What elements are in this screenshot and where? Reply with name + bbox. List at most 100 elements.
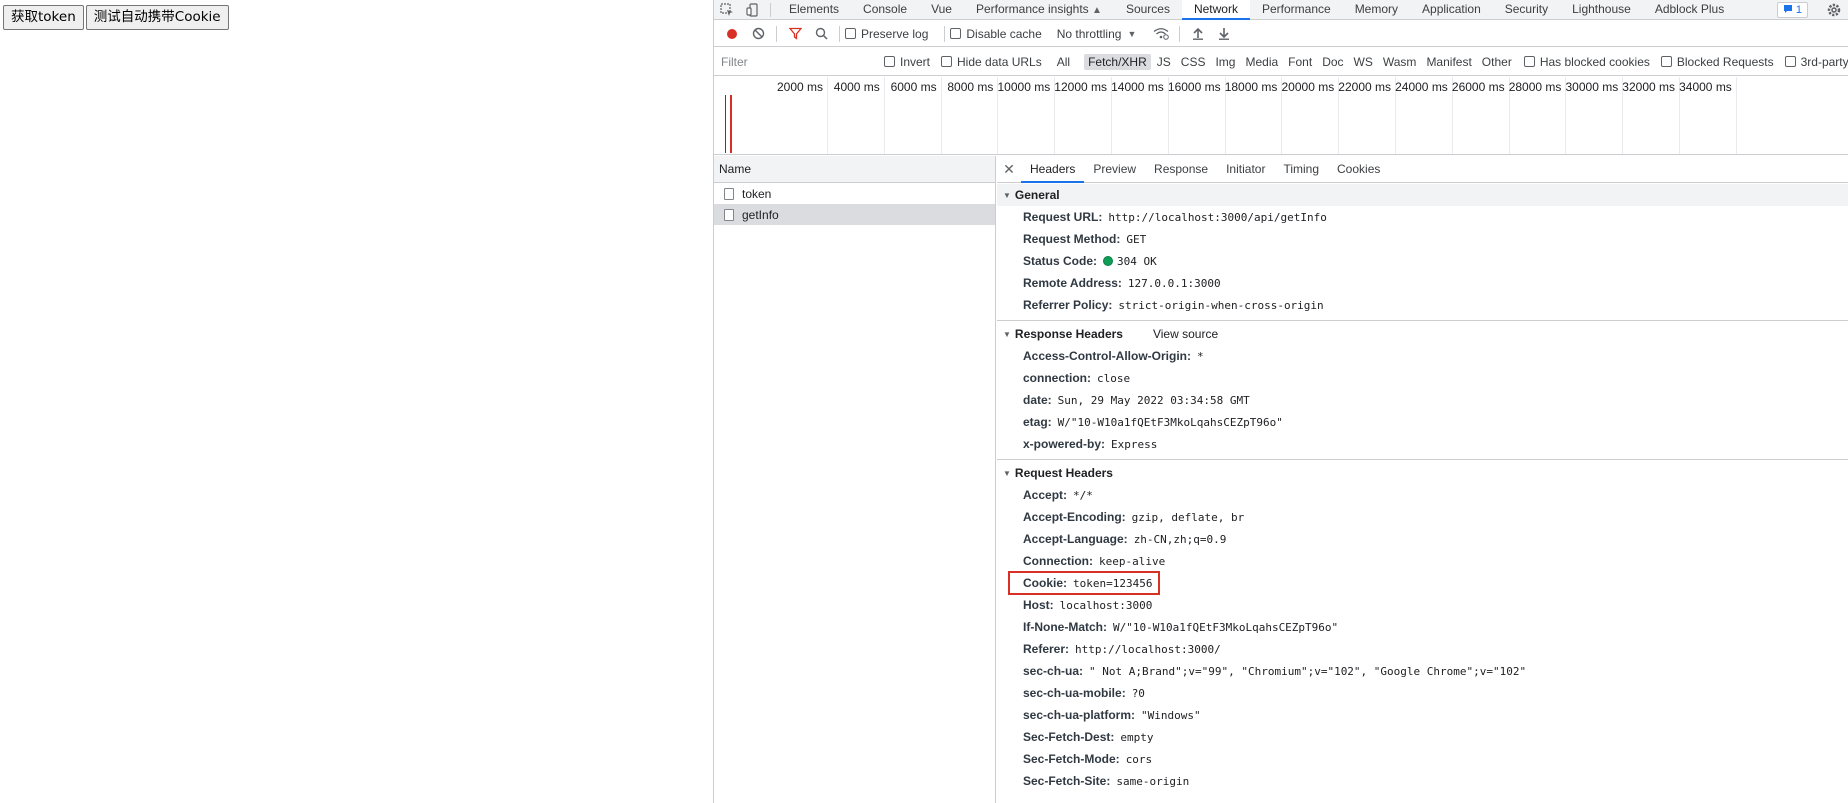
blocked-requests-checkbox[interactable]: Blocked Requests (1660, 55, 1774, 69)
tab-response[interactable]: Response (1145, 156, 1217, 183)
tab-timing[interactable]: Timing (1274, 156, 1328, 183)
request-headers-section-header[interactable]: ▼ Request Headers (997, 462, 1848, 484)
file-icon (724, 208, 734, 221)
timeline-tick-label: 28000 ms (1508, 80, 1562, 94)
filter-input[interactable] (719, 51, 876, 72)
checkbox-box[interactable] (1523, 56, 1535, 67)
header-row-etag: etag: W/"10-W10a1fQEtF3MkoLqahsCEZpT96o" (997, 411, 1848, 433)
import-har-icon[interactable] (1185, 22, 1211, 46)
header-value: 127.0.0.1:3000 (1127, 276, 1221, 290)
header-row-status-code: Status Code: 304 OK (997, 250, 1848, 272)
header-value: Express (1111, 437, 1158, 451)
checkbox-box[interactable] (845, 28, 856, 39)
type-filter-js[interactable]: JS (1153, 54, 1175, 70)
timeline-tick-label: 14000 ms (1111, 80, 1164, 94)
type-filter-all[interactable]: All (1053, 54, 1074, 70)
response-headers-section-header[interactable]: ▼ Response Headers View source (997, 323, 1848, 345)
request-row-token[interactable]: token (714, 183, 995, 204)
clear-icon[interactable] (745, 22, 771, 46)
header-row-host: Host: localhost:3000 (997, 594, 1848, 616)
checkbox-box[interactable] (941, 56, 953, 67)
tab-adblock-plus[interactable]: Adblock Plus (1643, 0, 1736, 20)
record-icon[interactable] (719, 22, 745, 46)
hide-data-urls-checkbox[interactable]: Hide data URLs (941, 55, 1042, 69)
tab-network[interactable]: Network (1181, 0, 1250, 20)
header-row-if-none-match: If-None-Match: W/"10-W10a1fQEtF3MkoLqahsC… (997, 616, 1848, 638)
tab-initiator[interactable]: Initiator (1217, 156, 1274, 183)
header-value: GET (1126, 232, 1147, 246)
cookie-highlight-box (1008, 571, 1160, 595)
toolbar-divider (944, 25, 946, 42)
throttling-select[interactable]: No throttling (1057, 27, 1122, 41)
tab-performance[interactable]: Performance (1250, 0, 1343, 20)
type-filter-css[interactable]: CSS (1177, 54, 1210, 70)
close-icon[interactable]: ✕ (997, 161, 1021, 178)
messages-badge[interactable]: 1 (1776, 2, 1808, 18)
type-filter-doc[interactable]: Doc (1318, 54, 1347, 70)
tab-performance-insights-label: Performance insights (975, 1, 1089, 16)
type-filter-font[interactable]: Font (1284, 54, 1316, 70)
tab-security[interactable]: Security (1493, 0, 1560, 20)
view-source-link[interactable]: View source (1153, 327, 1218, 341)
tab-elements[interactable]: Elements (777, 0, 851, 20)
general-section-header[interactable]: ▼ General (997, 184, 1848, 206)
get-token-button[interactable]: 获取token (3, 5, 84, 30)
network-conditions-icon[interactable] (1148, 22, 1174, 46)
test-cookie-button[interactable]: 测试自动携带Cookie (85, 5, 229, 30)
name-column-header[interactable]: Name (714, 156, 995, 183)
third-party-requests-checkbox[interactable]: 3rd-party re (1784, 54, 1848, 69)
export-har-icon[interactable] (1211, 22, 1237, 46)
expand-triangle-icon: ▼ (1003, 468, 1011, 478)
header-key: Referrer Policy: (1023, 298, 1113, 312)
type-filter-manifest[interactable]: Manifest (1422, 54, 1475, 70)
flask-icon: ▲ (1092, 4, 1102, 16)
tab-console[interactable]: Console (851, 0, 919, 20)
type-filter-other[interactable]: Other (1478, 54, 1516, 70)
inspect-element-icon[interactable] (714, 0, 740, 20)
type-filter-img[interactable]: Img (1211, 54, 1239, 70)
network-overview-timeline[interactable]: 2000 ms 4000 ms 6000 ms 8000 ms 10000 ms 1200… (714, 77, 1848, 155)
checkbox-box[interactable] (1660, 56, 1672, 67)
has-blocked-cookies-checkbox[interactable]: Has blocked cookies (1523, 54, 1650, 69)
tab-vue[interactable]: Vue (919, 0, 964, 20)
message-icon (1783, 4, 1793, 17)
header-key: Host: (1023, 598, 1054, 612)
tab-memory[interactable]: Memory (1343, 0, 1410, 20)
header-row-sec-fetch-mode: Sec-Fetch-Mode: cors (997, 748, 1848, 770)
third-party-requests-label: 3rd-party re (1800, 54, 1848, 69)
request-name: getInfo (742, 207, 779, 222)
tab-lighthouse[interactable]: Lighthouse (1560, 0, 1643, 20)
chevron-down-icon[interactable]: ▼ (1127, 29, 1136, 39)
device-toolbar-icon[interactable] (740, 0, 766, 20)
tab-performance-insights[interactable]: Performance insights ▲ (964, 0, 1114, 20)
tab-application[interactable]: Application (1410, 0, 1493, 20)
timeline-tick-label: 30000 ms (1565, 80, 1619, 94)
has-blocked-cookies-label: Has blocked cookies (1539, 54, 1650, 69)
tab-cookies[interactable]: Cookies (1328, 156, 1389, 183)
search-icon[interactable] (808, 22, 834, 46)
type-filter-media[interactable]: Media (1241, 54, 1282, 70)
timeline-tick-label: 8000 ms (947, 80, 994, 94)
tab-sources[interactable]: Sources (1114, 0, 1182, 20)
devtools-tabbar: Elements Console Vue Performance insight… (714, 0, 1848, 20)
tab-preview[interactable]: Preview (1084, 156, 1145, 183)
request-row-getinfo[interactable]: getInfo (714, 204, 995, 225)
checkbox-box[interactable] (950, 28, 962, 39)
checkbox-box[interactable] (1784, 56, 1796, 67)
header-value: * (1197, 349, 1204, 363)
timeline-gridline (940, 77, 942, 154)
disable-cache-checkbox[interactable]: Disable cache (950, 27, 1042, 41)
header-key: x-powered-by: (1023, 437, 1106, 451)
filter-icon[interactable] (782, 22, 808, 46)
header-key: date: (1023, 393, 1052, 407)
settings-gear-icon[interactable] (1826, 2, 1842, 18)
tab-headers[interactable]: Headers (1021, 156, 1085, 183)
invert-checkbox[interactable]: Invert (884, 55, 930, 69)
type-filter-ws[interactable]: WS (1350, 54, 1377, 70)
preserve-log-checkbox[interactable]: Preserve log (845, 27, 928, 41)
timeline-tick-label: 10000 ms (997, 80, 1051, 94)
type-filter-fetch-xhr[interactable]: Fetch/XHR (1084, 53, 1151, 70)
timeline-tick-label: 22000 ms (1338, 80, 1391, 94)
checkbox-box[interactable] (884, 56, 895, 67)
type-filter-wasm[interactable]: Wasm (1379, 54, 1421, 70)
